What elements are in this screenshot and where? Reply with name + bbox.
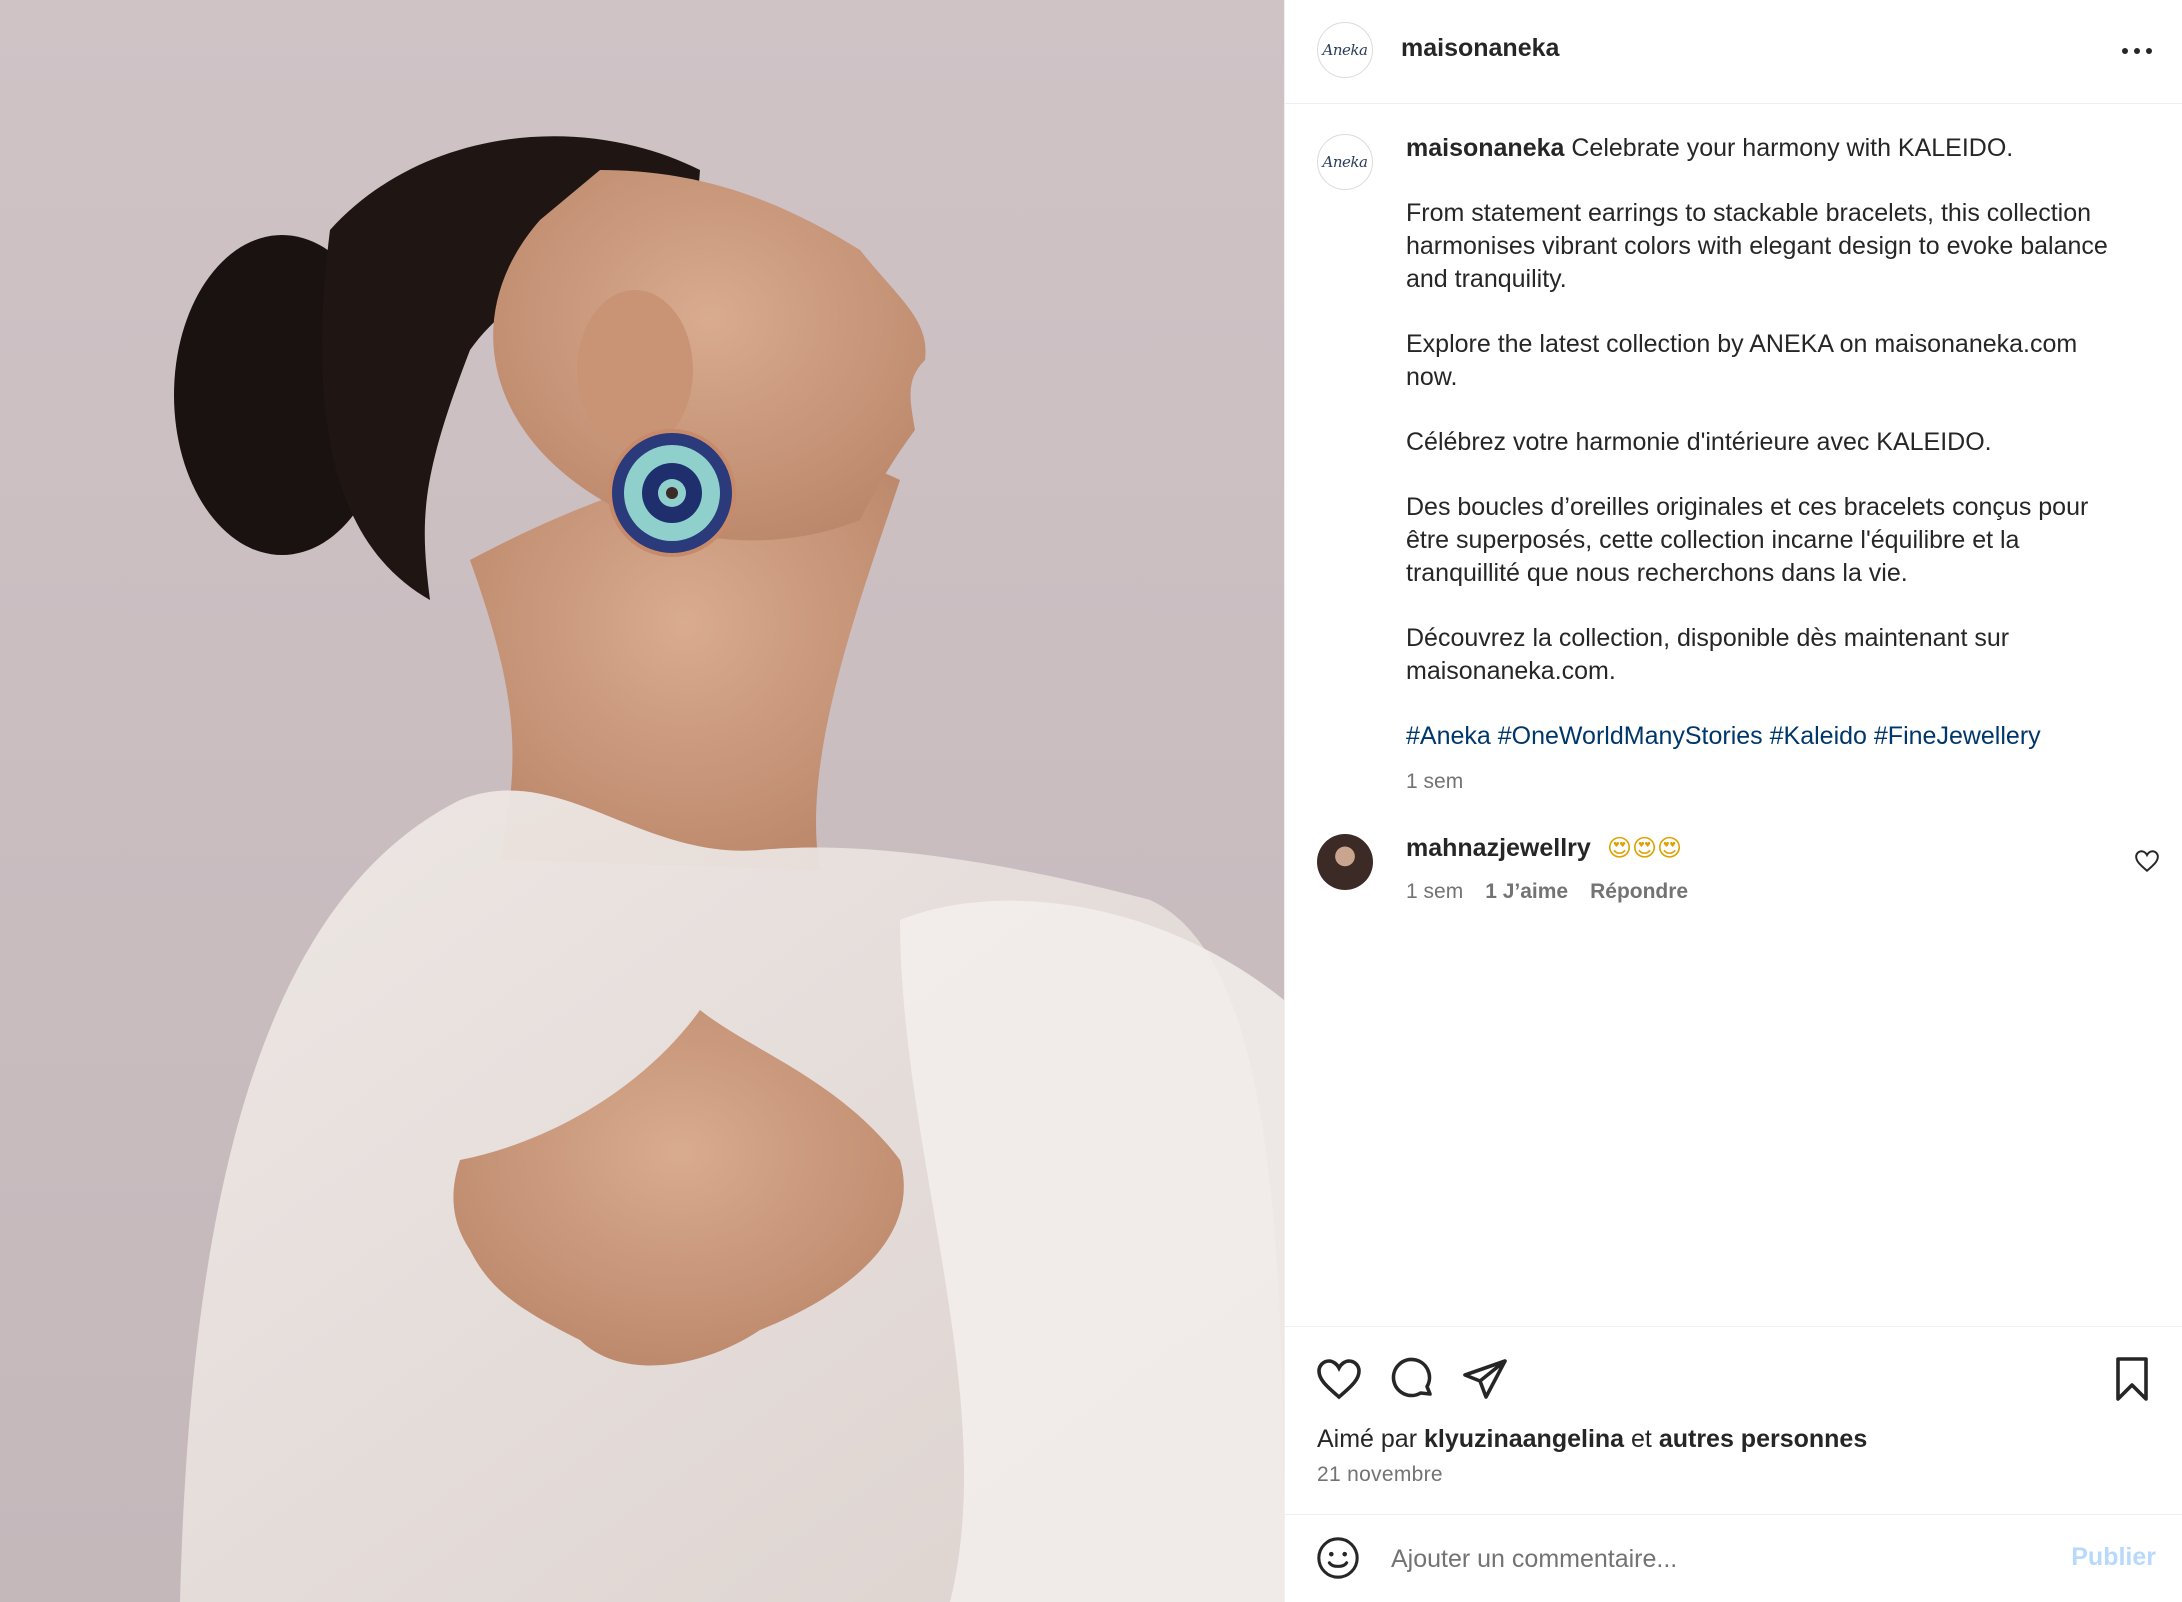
comment-item: mahnazjewellry 😍😍😍 1 sem 1 J’aime Répond… bbox=[1285, 826, 2182, 926]
emoji-smiley-icon[interactable] bbox=[1315, 1535, 1361, 1581]
post-actions: Aimé par klyuzinaangelina et autres pers… bbox=[1285, 1326, 2182, 1516]
caption-paragraph: Découvrez la collection, disponible dès … bbox=[1406, 624, 2010, 685]
caption-first-line: Celebrate your harmony with KALEIDO. bbox=[1571, 134, 2014, 162]
share-paper-plane-icon[interactable] bbox=[1461, 1355, 1509, 1403]
brand-logo-text: Aneka bbox=[1322, 41, 1368, 59]
caption-timestamp[interactable]: 1 sem bbox=[1406, 765, 2126, 798]
more-options-icon[interactable] bbox=[2122, 36, 2152, 66]
brand-logo-text: Aneka bbox=[1322, 153, 1368, 171]
caption-paragraph: From statement earrings to stackable bra… bbox=[1406, 199, 2108, 293]
post-header: Aneka maisonaneka bbox=[1285, 0, 2182, 104]
author-username[interactable]: maisonaneka bbox=[1401, 34, 1559, 63]
hashtags: #Aneka #OneWorldManyStories #Kaleido #Fi… bbox=[1406, 720, 2126, 753]
caption-paragraph: Des boucles d’oreilles originales et ces… bbox=[1406, 493, 2089, 587]
caption-avatar[interactable]: Aneka bbox=[1317, 134, 1373, 190]
publish-button[interactable]: Publier bbox=[2071, 1543, 2156, 1572]
hashtag-link[interactable]: #OneWorldManyStories bbox=[1498, 722, 1763, 750]
hashtag-link[interactable]: #Aneka bbox=[1406, 722, 1491, 750]
post-sidebar: Aneka maisonaneka Aneka maisonaneka Cele… bbox=[1284, 0, 2182, 1602]
hashtag-link[interactable]: #Kaleido bbox=[1770, 722, 1867, 750]
comment-like-heart-icon[interactable] bbox=[2134, 848, 2160, 874]
post-dialog: Aneka maisonaneka Aneka maisonaneka Cele… bbox=[0, 0, 2182, 1602]
post-image[interactable] bbox=[0, 0, 1284, 1602]
caption-username[interactable]: maisonaneka bbox=[1406, 134, 1564, 162]
post-date[interactable]: 21 novembre bbox=[1317, 1463, 1443, 1487]
comment-meta: 1 sem 1 J’aime Répondre bbox=[1406, 880, 1688, 904]
caption-paragraph: Explore the latest collection by ANEKA o… bbox=[1406, 330, 2078, 391]
caption-text: maisonaneka Celebrate your harmony with … bbox=[1406, 132, 2126, 798]
author-avatar[interactable]: Aneka bbox=[1317, 22, 1373, 78]
commenter-username[interactable]: mahnazjewellry bbox=[1406, 834, 1591, 863]
comment-timestamp[interactable]: 1 sem bbox=[1406, 880, 1463, 904]
save-bookmark-icon[interactable] bbox=[2108, 1355, 2156, 1403]
comment-composer: Publier bbox=[1285, 1514, 2182, 1602]
comment-likes-count[interactable]: 1 J’aime bbox=[1485, 880, 1568, 904]
comment-text: 😍😍😍 bbox=[1607, 835, 1683, 862]
comment-bubble-icon[interactable] bbox=[1389, 1355, 1437, 1403]
hashtag-link[interactable]: #FineJewellery bbox=[1874, 722, 2041, 750]
earring bbox=[608, 429, 736, 557]
like-heart-icon[interactable] bbox=[1315, 1355, 1363, 1403]
liked-by-prefix: Aimé par bbox=[1317, 1425, 1418, 1453]
reply-button[interactable]: Répondre bbox=[1590, 880, 1688, 904]
liked-by-and: et bbox=[1631, 1425, 1652, 1453]
comments-section: Aneka maisonaneka Celebrate your harmony… bbox=[1285, 104, 2182, 1326]
ear bbox=[577, 290, 693, 450]
liked-by-user[interactable]: klyuzinaangelina bbox=[1424, 1425, 1624, 1453]
liked-by-summary: Aimé par klyuzinaangelina et autres pers… bbox=[1317, 1425, 1867, 1454]
commenter-avatar[interactable] bbox=[1317, 834, 1373, 890]
comment-input[interactable] bbox=[1389, 1537, 2013, 1581]
caption-paragraph: Célébrez votre harmonie d'intérieure ave… bbox=[1406, 428, 1992, 456]
liked-by-others[interactable]: autres personnes bbox=[1659, 1425, 1867, 1453]
post-photo-illustration bbox=[174, 136, 1284, 1602]
